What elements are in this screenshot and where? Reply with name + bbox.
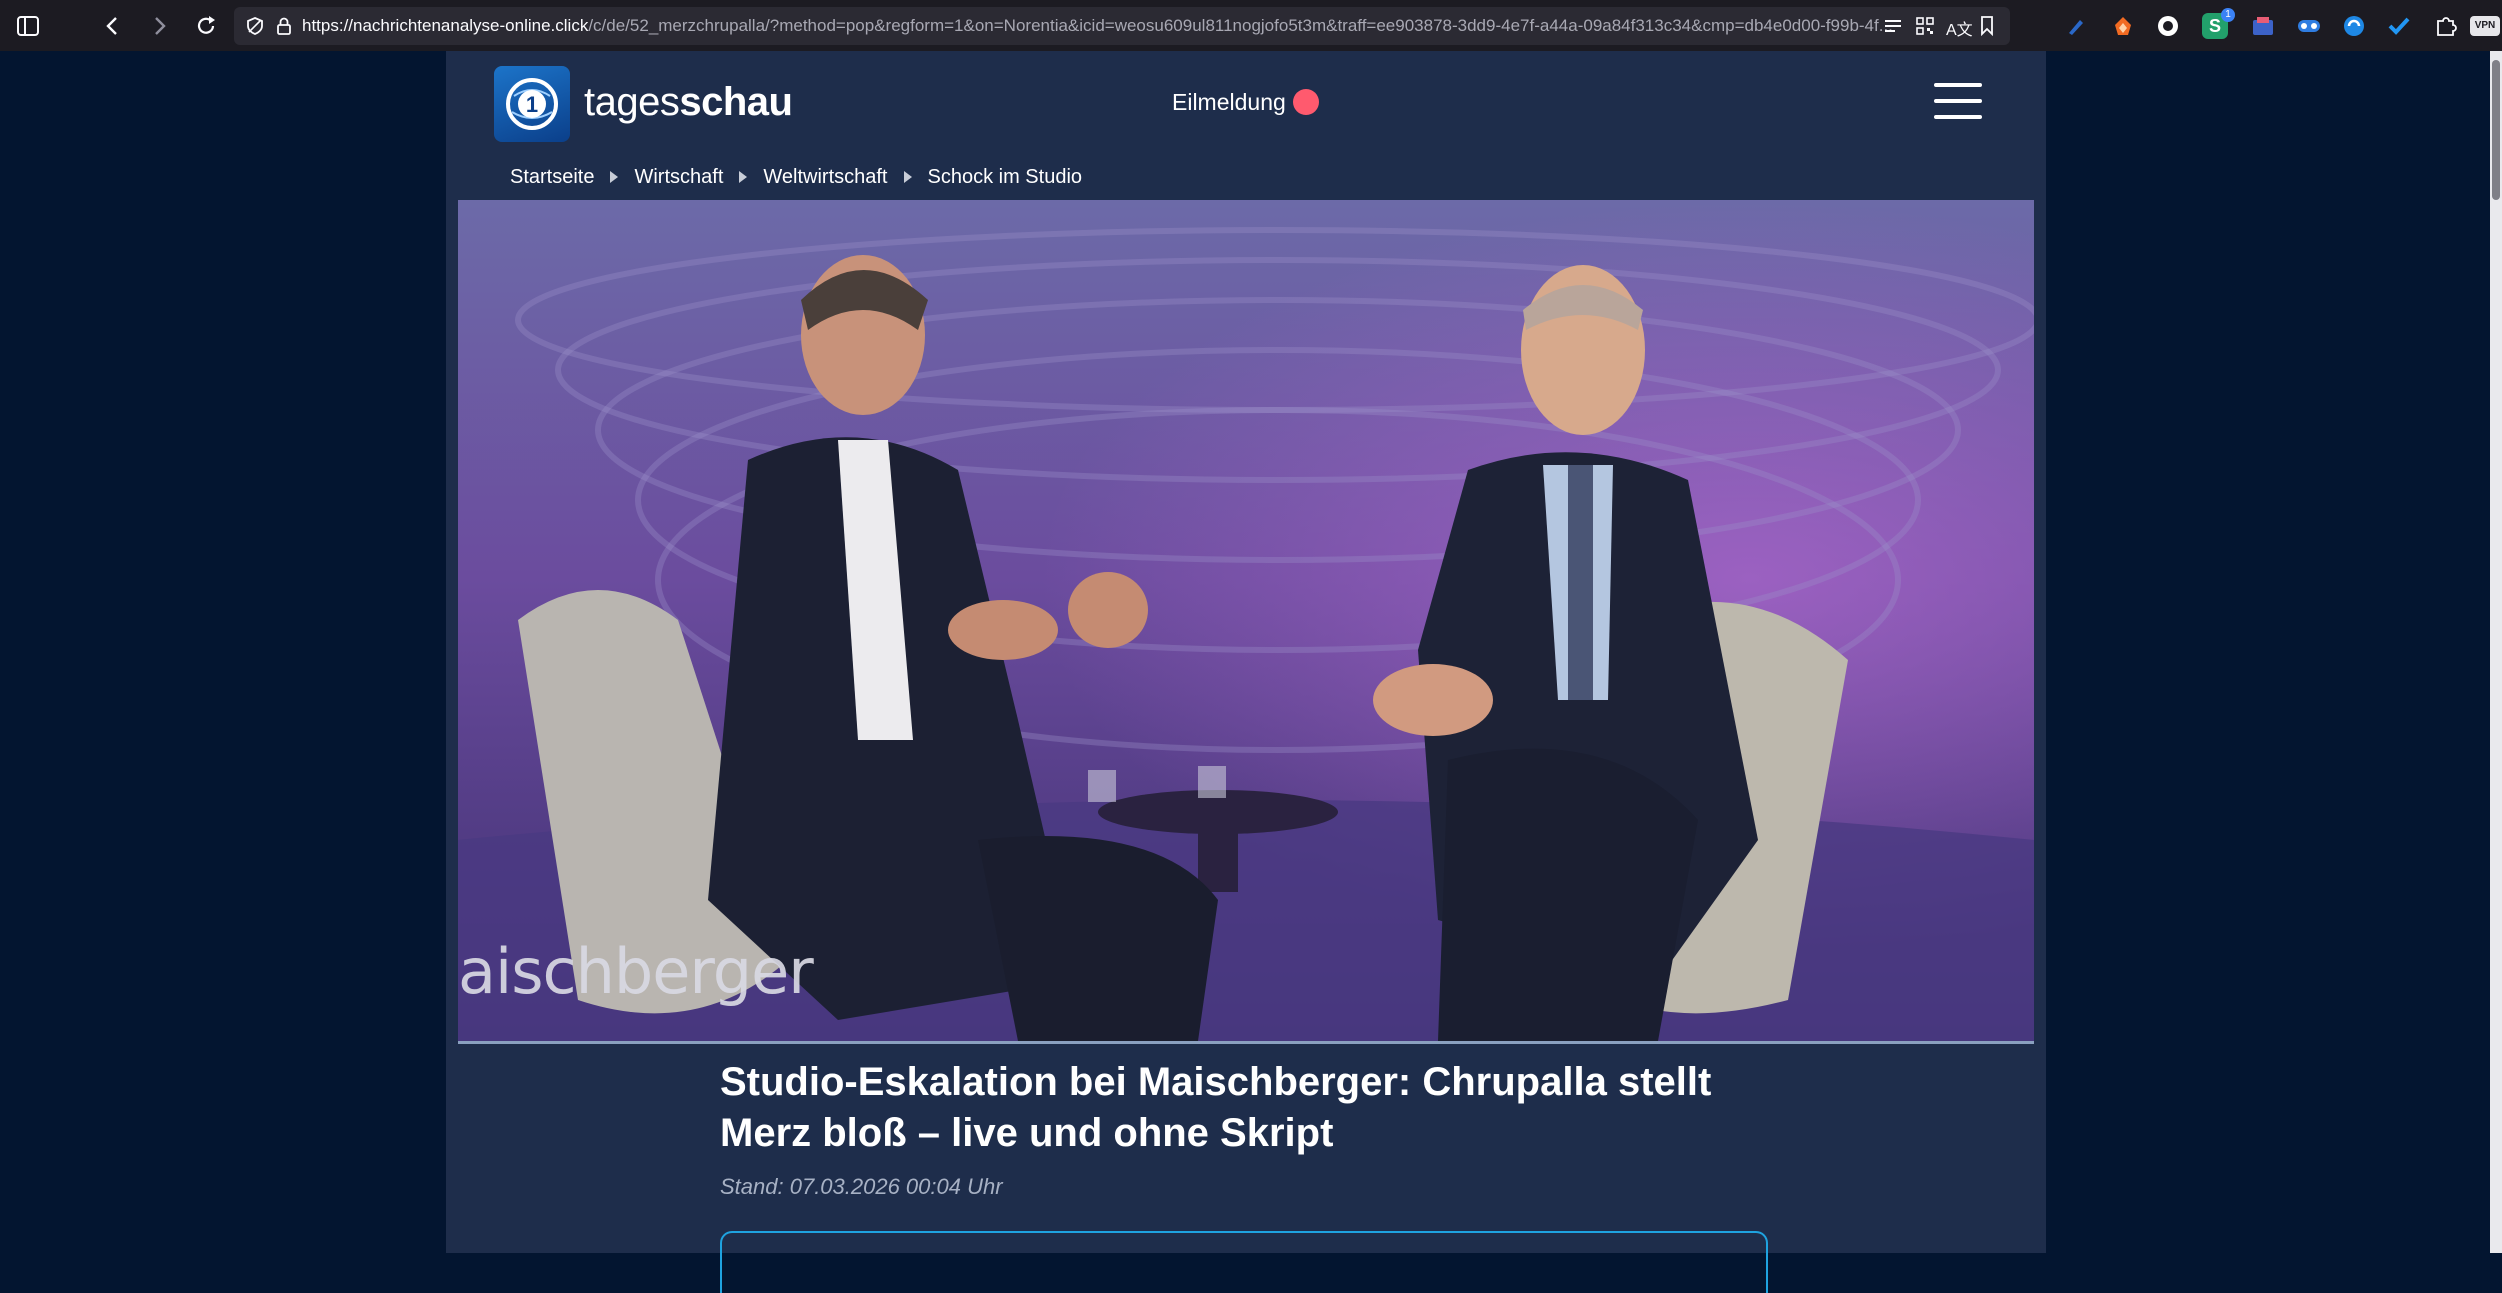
- breadcrumb-item-weltwirtschaft[interactable]: Weltwirtschaft: [763, 166, 887, 189]
- tagesschau-logo-icon[interactable]: 1: [494, 66, 570, 142]
- breaking-news-label[interactable]: Eilmeldung: [1172, 87, 1286, 117]
- reader-view-icon[interactable]: [1884, 18, 1902, 39]
- sidebar-toggle-icon[interactable]: [10, 8, 46, 44]
- breadcrumb-item-wirtschaft[interactable]: Wirtschaft: [634, 166, 723, 189]
- forward-icon[interactable]: [142, 8, 178, 44]
- extension-circle-icon[interactable]: [2155, 13, 2181, 39]
- article-teaser-box: [720, 1231, 1768, 1293]
- address-bar[interactable]: https://nachrichtenanalyse-online.click/…: [234, 7, 2010, 45]
- extension-container-icon[interactable]: [2250, 13, 2276, 39]
- logo-text-bold: schau: [679, 80, 793, 124]
- extensions-puzzle-icon[interactable]: [2433, 13, 2459, 39]
- vpn-icon[interactable]: VPN: [2470, 16, 2500, 36]
- url-host: https://nachrichtenanalyse-online.click: [302, 16, 589, 35]
- logo-mark-text: 1: [526, 92, 538, 117]
- bookmark-icon[interactable]: [1980, 16, 1994, 41]
- lock-icon[interactable]: [276, 17, 292, 40]
- browser-toolbar: https://nachrichtenanalyse-online.click/…: [0, 0, 2502, 51]
- site-logo-text[interactable]: tagesschau: [584, 77, 793, 127]
- translate-icon[interactable]: A文: [1946, 16, 1973, 40]
- breadcrumb-arrow-icon: [739, 171, 748, 183]
- breadcrumb-item-current[interactable]: Schock im Studio: [928, 166, 1083, 189]
- url-text[interactable]: https://nachrichtenanalyse-online.click/…: [302, 7, 1902, 45]
- extension-fox-icon[interactable]: [2110, 13, 2136, 39]
- qr-code-icon[interactable]: [1916, 17, 1934, 40]
- article-headline: Studio-Eskalation bei Maischberger: Chru…: [720, 1060, 1712, 1155]
- hamburger-menu-icon[interactable]: [1934, 81, 1982, 121]
- page-content: 1 tagesschau Eilmeldung Startseite Wirts…: [446, 51, 2046, 1293]
- tracking-protection-icon[interactable]: [246, 17, 264, 40]
- breadcrumb-item-startseite[interactable]: Startseite: [510, 166, 594, 189]
- extension-check-icon[interactable]: [2386, 13, 2412, 39]
- hero-image: aischberger: [458, 200, 2034, 1044]
- back-icon[interactable]: [94, 8, 130, 44]
- breadcrumb: Startseite Wirtschaft Weltwirtschaft Sch…: [510, 161, 1082, 193]
- url-path: /c/de/52_merzchrupalla/?method=pop&regfo…: [588, 16, 1893, 35]
- article-timestamp: Stand: 07.03.2026 00:04 Uhr: [720, 1174, 1003, 1199]
- scrollbar-thumb[interactable]: [2492, 60, 2500, 200]
- logo-text-light: tages: [584, 80, 680, 124]
- breadcrumb-arrow-icon: [903, 171, 912, 183]
- breadcrumb-arrow-icon: [610, 171, 619, 183]
- extension-mask-icon[interactable]: [2296, 13, 2322, 39]
- show-watermark: aischberger: [458, 935, 814, 1008]
- extension-swirl-icon[interactable]: [2341, 13, 2367, 39]
- scrollbar[interactable]: [2490, 51, 2502, 1253]
- reload-icon[interactable]: [188, 8, 224, 44]
- extension-badge: 1: [2221, 8, 2235, 22]
- extension-pen-icon[interactable]: [2063, 13, 2089, 39]
- breaking-news-dot-icon: [1293, 89, 1319, 115]
